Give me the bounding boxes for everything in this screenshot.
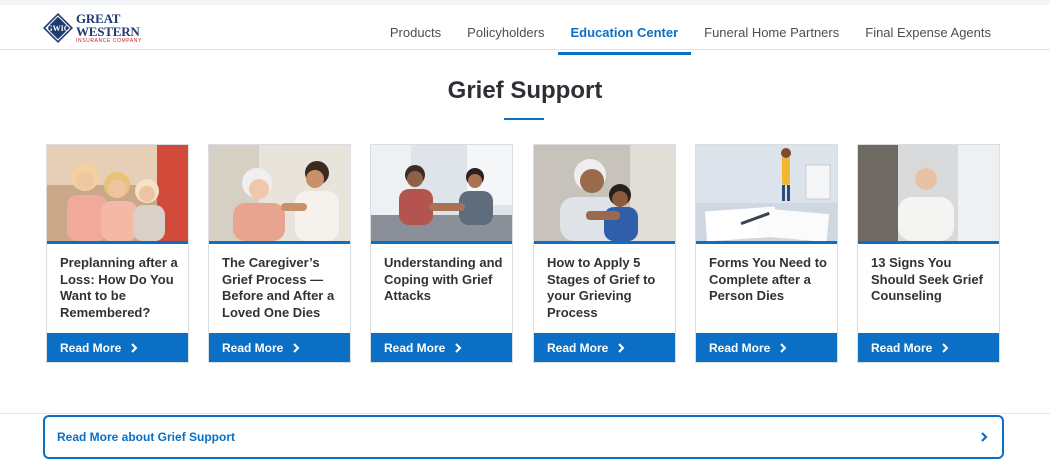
read-more-button[interactable]: Read More <box>696 333 837 362</box>
card-title[interactable]: The Caregiver’s Grief Process — Before a… <box>222 255 344 321</box>
article-card: Preplanning after a Loss: How Do You Wan… <box>46 144 189 363</box>
read-more-label: Read More <box>709 340 771 355</box>
conversation-photo-icon[interactable] <box>371 145 512 241</box>
card-title[interactable]: Preplanning after a Loss: How Do You Wan… <box>60 255 182 321</box>
site-header: GWIC GREAT WESTERN INSURANCE COMPANY Pro… <box>0 5 1050 55</box>
read-more-grief-support-label: Read More about Grief Support <box>57 430 236 444</box>
logo-monogram: GWIC <box>46 24 69 33</box>
read-more-label: Read More <box>547 340 609 355</box>
chevron-right-icon <box>942 342 949 353</box>
read-more-label: Read More <box>60 340 122 355</box>
card-title[interactable]: 13 Signs You Should Seek Grief Counselin… <box>871 255 993 305</box>
family-photo-icon[interactable] <box>47 145 188 241</box>
read-more-button[interactable]: Read More <box>47 333 188 362</box>
article-cards: Preplanning after a Loss: How Do You Wan… <box>46 144 1001 364</box>
card-title[interactable]: How to Apply 5 Stages of Grief to your G… <box>547 255 669 321</box>
card-title[interactable]: Understanding and Coping with Grief Atta… <box>384 255 506 305</box>
caregiver-photo-icon[interactable] <box>209 145 350 241</box>
chevron-right-icon <box>618 342 625 353</box>
section-title: Grief Support <box>447 77 603 104</box>
nav-funeral-home-partners[interactable]: Funeral Home Partners <box>691 10 852 55</box>
section-divider <box>0 413 1050 414</box>
article-card: The Caregiver’s Grief Process — Before a… <box>208 144 351 363</box>
chevron-right-icon <box>293 342 300 353</box>
article-card: Understanding and Coping with Grief Atta… <box>370 144 513 363</box>
nav-final-expense-agents[interactable]: Final Expense Agents <box>852 10 1004 55</box>
nav-education-center[interactable]: Education Center <box>557 10 692 55</box>
chevron-right-icon <box>780 342 787 353</box>
gwic-logo-icon: GWIC <box>43 13 73 43</box>
nav-products[interactable]: Products <box>377 10 454 55</box>
read-more-label: Read More <box>384 340 446 355</box>
elderly-woman-photo-icon[interactable] <box>858 145 999 241</box>
main-nav: Products Policyholders Education Center … <box>377 10 1004 55</box>
read-more-label: Read More <box>871 340 933 355</box>
article-card: Forms You Need to Complete after a Perso… <box>695 144 838 363</box>
chevron-right-icon <box>131 342 138 353</box>
read-more-button[interactable]: Read More <box>534 333 675 362</box>
chevron-right-icon <box>455 342 462 353</box>
logo-tagline: INSURANCE COMPANY <box>76 38 142 44</box>
title-underline <box>504 118 544 120</box>
article-card: 13 Signs You Should Seek Grief Counselin… <box>857 144 1000 363</box>
paperwork-photo-icon[interactable] <box>696 145 837 241</box>
chevron-right-icon <box>981 432 988 442</box>
card-title[interactable]: Forms You Need to Complete after a Perso… <box>709 255 831 305</box>
hug-photo-icon[interactable] <box>534 145 675 241</box>
nav-policyholders[interactable]: Policyholders <box>454 10 557 55</box>
read-more-button[interactable]: Read More <box>209 333 350 362</box>
read-more-button[interactable]: Read More <box>371 333 512 362</box>
read-more-label: Read More <box>222 340 284 355</box>
article-card: How to Apply 5 Stages of Grief to your G… <box>533 144 676 363</box>
read-more-grief-support-link[interactable]: Read More about Grief Support <box>43 415 1004 459</box>
logo-wordmark: GREAT WESTERN <box>76 11 140 39</box>
read-more-button[interactable]: Read More <box>858 333 999 362</box>
brand-logo[interactable]: GWIC GREAT WESTERN INSURANCE COMPANY <box>42 12 167 44</box>
